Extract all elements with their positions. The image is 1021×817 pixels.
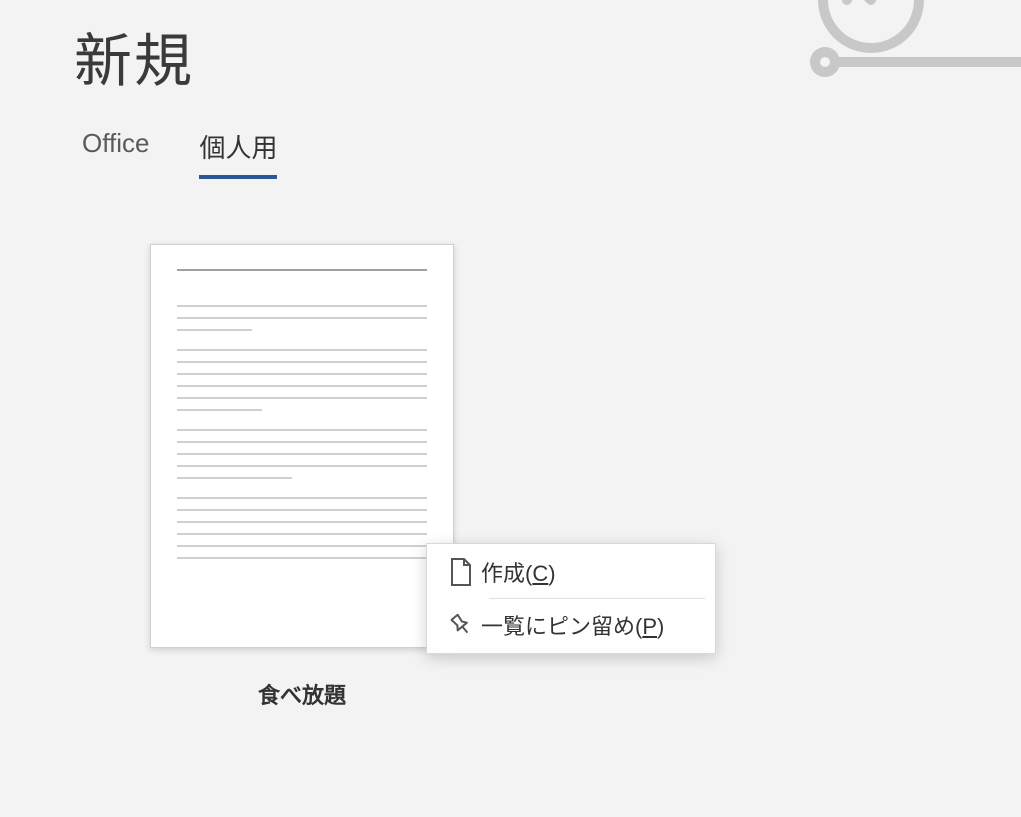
document-icon bbox=[441, 558, 481, 586]
tab-personal[interactable]: 個人用 bbox=[199, 128, 277, 179]
menu-item-create-label: 作成(C) bbox=[481, 556, 701, 588]
page-title: 新規 bbox=[74, 14, 194, 98]
template-thumbnail bbox=[150, 244, 454, 648]
menu-item-create[interactable]: 作成(C) bbox=[427, 546, 715, 598]
context-menu: 作成(C) 一覧にピン留め(P) bbox=[426, 543, 716, 654]
pin-icon bbox=[441, 612, 481, 638]
template-item[interactable]: 食べ放題 bbox=[150, 244, 454, 710]
tab-office[interactable]: Office bbox=[82, 128, 149, 179]
template-label: 食べ放題 bbox=[258, 678, 346, 710]
tabs: Office 個人用 bbox=[82, 128, 277, 179]
decorative-circuit-icon bbox=[801, 0, 1021, 120]
menu-item-pin-label: 一覧にピン留め(P) bbox=[481, 609, 701, 641]
menu-item-pin[interactable]: 一覧にピン留め(P) bbox=[427, 599, 715, 651]
